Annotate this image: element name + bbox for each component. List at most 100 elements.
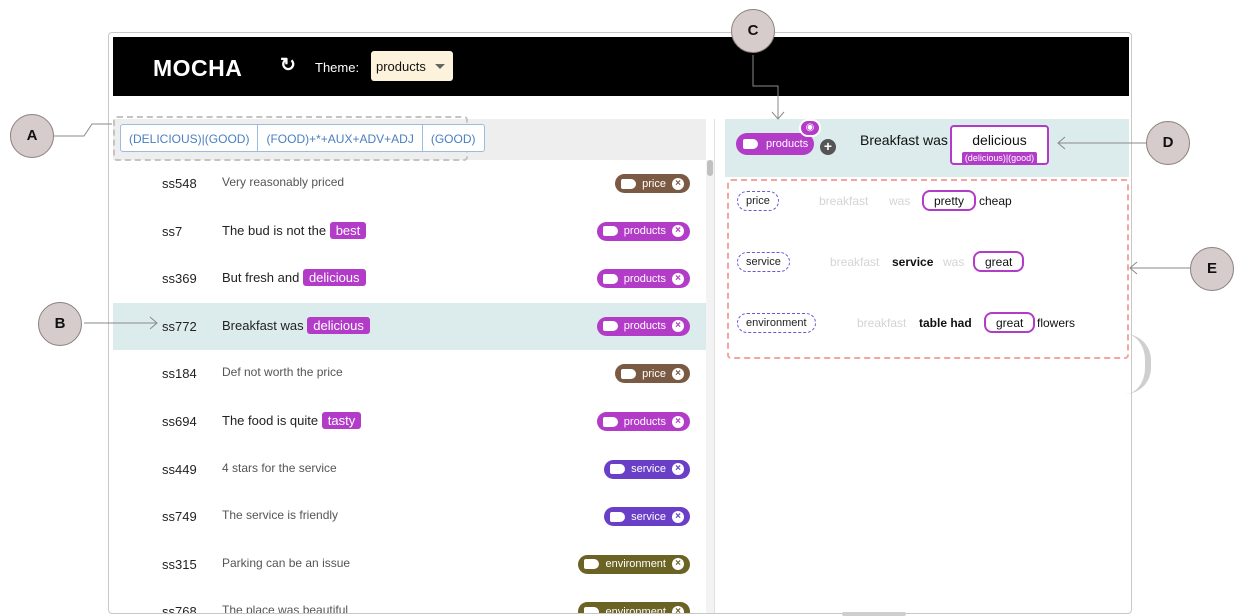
sentence-highlight: tasty [321,412,362,429]
tag-icon [584,606,600,613]
tag-icon [584,559,600,570]
robot-icon[interactable]: ◉ [799,119,821,137]
theme-tag-label: environment [605,605,666,614]
example-row: price breakfast was pretty cheap [729,189,1127,215]
example-theme-label[interactable]: price [737,191,779,211]
close-icon[interactable]: × [672,225,684,238]
tag-icon [621,178,637,189]
example-theme-label[interactable]: environment [737,313,816,333]
tag-icon [621,368,637,379]
highlight-word-box[interactable]: delicious (delicious)|(good) [950,125,1049,165]
theme-tag[interactable]: service × [604,507,690,527]
generated-examples-box: price breakfast was pretty cheap service break… [727,179,1129,359]
sentence-row[interactable]: ss548 Very reasonably priced price × [113,160,706,207]
callout-e: E [1190,247,1234,291]
theme-tag-products[interactable]: products [736,133,814,155]
sentence-text: The place was beautiful [222,603,348,613]
close-icon[interactable]: × [672,558,684,571]
panel-divider [714,119,715,613]
sentence-row[interactable]: ss7 The bud is not the best products × [113,208,706,255]
plus-icon[interactable]: + [820,139,836,155]
close-icon[interactable]: × [672,177,684,190]
pattern-chip[interactable]: (GOOD) [423,125,484,151]
example-word: breakfast [830,255,880,269]
theme-tag[interactable]: products × [596,412,690,431]
theme-tag[interactable]: products × [596,269,690,289]
sentence-text: The food is quite tasty [222,412,362,429]
sentence-row[interactable]: ss768 The place was beautiful environment × [113,588,706,614]
theme-tag-label: service [631,510,666,523]
sentence-text: The service is friendly [222,508,338,522]
example-word: flowers [1037,316,1076,330]
callout-d: D [1146,121,1190,165]
sentence-text-plain: Breakfast was [222,317,308,333]
example-word: service [892,255,934,269]
example-row: environment breakfast table had great flower… [729,311,1127,337]
theme-tag[interactable]: price × [615,364,690,384]
sentence-id: ss694 [162,414,197,429]
close-icon[interactable]: × [672,367,684,380]
list-scrollbar[interactable] [706,160,714,613]
sentence-text-plain: 4 stars for the service [222,460,337,475]
theme-tag[interactable]: environment × [578,602,690,614]
theme-tag-label: price [642,177,666,190]
theme-tag[interactable]: products × [596,316,690,336]
theme-tag[interactable]: products × [596,221,690,241]
sentence-text-plain: The bud is not the [222,222,330,238]
theme-tag-label: products [623,272,666,285]
example-word: was [889,194,911,208]
close-icon[interactable]: × [672,510,684,523]
theme-tag[interactable]: environment × [578,554,690,574]
refresh-icon[interactable]: ↻ [277,55,299,77]
tag-icon [602,273,618,284]
theme-tag[interactable]: price × [615,174,690,193]
theme-tag-label: products [623,320,666,333]
pattern-chip[interactable]: (FOOD)+*+AUX+ADV+ADJ [258,125,423,151]
sentence-id: ss772 [162,318,197,334]
pattern-chip[interactable]: (DELICIOUS)|(GOOD) [121,125,259,151]
example-word: was [943,255,965,269]
sentence-row[interactable]: ss184 Def not worth the price price × [113,350,706,397]
tag-icon [743,139,758,149]
scrollbar-thumb[interactable] [707,160,713,176]
sentence-text: Very reasonably priced [222,175,344,189]
close-icon[interactable]: × [672,272,684,285]
close-icon[interactable]: × [672,320,684,333]
sentence-list: ss548 Very reasonably priced price × ss7 The … [113,160,706,614]
sentence-text-plain: But fresh and [222,270,303,286]
callout-a: A [10,114,54,158]
theme-tag-label: products [623,225,666,238]
decorative-arc [1125,334,1151,394]
close-icon[interactable]: × [672,415,684,428]
sentence-row[interactable]: ss449 4 stars for the service service × [113,446,706,493]
sentence-highlight: delicious [307,316,370,334]
callout-c: C [731,9,775,53]
theme-tag-label: environment [605,558,666,571]
highlight-word: delicious [972,132,1027,148]
selected-sentence-text: Breakfast was [860,132,948,148]
sentence-text-plain: Very reasonably priced [222,175,345,189]
sentence-row[interactable]: ss694 The food is quite tasty products × [113,398,706,445]
close-icon[interactable]: × [672,463,684,476]
tag-icon [610,511,626,522]
example-highlight-word: great [984,312,1036,333]
theme-tag[interactable]: service × [604,459,690,479]
sentence-row[interactable]: ss749 The service is friendly service × [113,493,706,540]
sentence-text: But fresh and delicious [222,269,366,287]
stage: MOCHA ↻ Theme: products ss548 Very reason… [0,0,1241,616]
sentence-id: ss369 [162,271,197,287]
example-word: table had [919,316,972,330]
example-highlight-word: great [973,251,1025,272]
sentence-row[interactable]: ss315 Parking can be an issue environment × [113,541,706,588]
app-title: MOCHA [153,55,243,81]
close-icon[interactable]: × [672,605,684,613]
sentence-text: Def not worth the price [222,365,343,379]
theme-tag-label: products [766,138,809,150]
sentence-text-plain: The food is quite [222,413,322,428]
tag-icon [602,321,618,332]
example-word: breakfast [819,194,869,208]
sentence-row[interactable]: ss772 Breakfast was delicious products × [113,302,706,350]
example-theme-label[interactable]: service [737,252,790,272]
sentence-row[interactable]: ss369 But fresh and delicious products × [113,255,706,302]
theme-select[interactable]: products [371,51,453,81]
